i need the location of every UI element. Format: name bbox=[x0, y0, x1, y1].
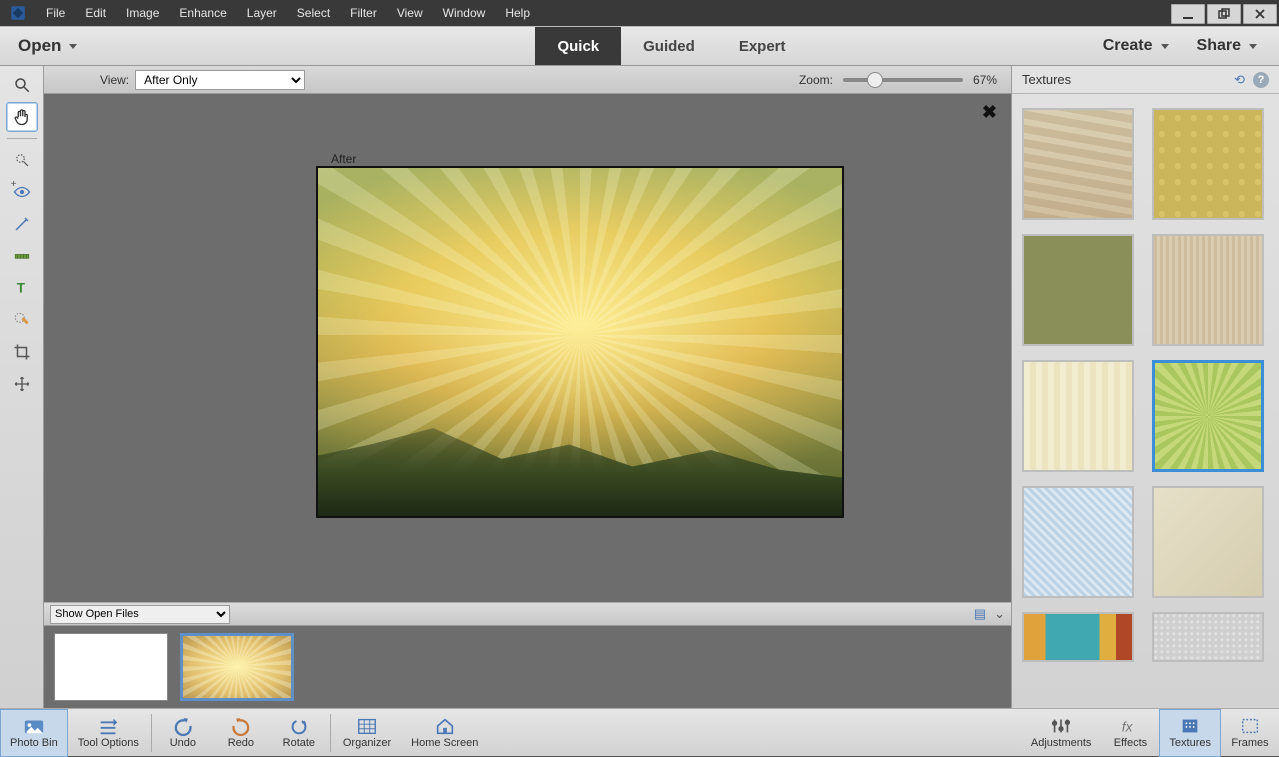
window-close-button[interactable] bbox=[1243, 4, 1277, 24]
hand-tool[interactable] bbox=[6, 102, 38, 132]
texture-5[interactable] bbox=[1022, 360, 1134, 472]
texture-6-sunburst[interactable] bbox=[1152, 360, 1264, 472]
menu-filter[interactable]: Filter bbox=[340, 6, 387, 20]
bin-dropdown[interactable]: Show Open Files bbox=[50, 605, 230, 624]
tab-expert[interactable]: Expert bbox=[717, 27, 808, 65]
modebar: Open Quick Guided Expert Create Share bbox=[0, 26, 1279, 66]
menu-select[interactable]: Select bbox=[287, 6, 340, 20]
texture-7[interactable] bbox=[1022, 486, 1134, 598]
canvas-image[interactable] bbox=[316, 166, 844, 518]
menu-image[interactable]: Image bbox=[116, 6, 169, 20]
whiten-tool[interactable] bbox=[6, 209, 38, 239]
zoom-tool[interactable] bbox=[6, 70, 38, 100]
adjustments-button[interactable]: Adjustments bbox=[1021, 709, 1102, 757]
rotate-button[interactable]: Rotate bbox=[270, 709, 328, 757]
toolbar: + T bbox=[0, 66, 44, 708]
effects-button[interactable]: fx Effects bbox=[1101, 709, 1159, 757]
move-tool[interactable] bbox=[6, 369, 38, 399]
spot-heal-tool[interactable] bbox=[6, 305, 38, 335]
frames-button[interactable]: Frames bbox=[1221, 709, 1279, 757]
chevron-down-icon bbox=[1161, 44, 1169, 49]
menu-enhance[interactable]: Enhance bbox=[169, 6, 236, 20]
svg-text:fx: fx bbox=[1122, 720, 1134, 735]
help-icon[interactable]: ? bbox=[1253, 72, 1269, 88]
undo-button[interactable]: Undo bbox=[154, 709, 212, 757]
texture-8[interactable] bbox=[1152, 486, 1264, 598]
bin-thumb-1[interactable] bbox=[54, 633, 168, 701]
bottom-bar: Photo Bin Tool Options Undo Redo Rotate … bbox=[0, 708, 1279, 756]
bin-thumb-2[interactable] bbox=[180, 633, 294, 701]
right-panel: Textures ⟲ ? bbox=[1011, 66, 1279, 708]
view-label: View: bbox=[100, 73, 129, 87]
chevron-down-icon bbox=[1249, 44, 1257, 49]
redeye-tool[interactable]: + bbox=[6, 177, 38, 207]
photo-bin bbox=[44, 626, 1011, 708]
texture-4[interactable] bbox=[1152, 234, 1264, 346]
chevron-down-icon bbox=[69, 44, 77, 49]
close-document-icon[interactable]: ✖ bbox=[982, 102, 997, 123]
text-tool[interactable]: T bbox=[6, 273, 38, 303]
texture-2[interactable] bbox=[1152, 108, 1264, 220]
viewbar: View: After Only Zoom: 67% bbox=[44, 66, 1011, 94]
bin-list-icon[interactable]: ▤ bbox=[974, 606, 986, 622]
reset-icon[interactable]: ⟲ bbox=[1234, 72, 1245, 88]
textures-button[interactable]: Textures bbox=[1159, 709, 1221, 757]
panel-title: Textures bbox=[1022, 72, 1071, 87]
menu-view[interactable]: View bbox=[387, 6, 433, 20]
view-dropdown[interactable]: After Only bbox=[135, 70, 305, 90]
straighten-tool[interactable] bbox=[6, 241, 38, 271]
homescreen-button[interactable]: Home Screen bbox=[401, 709, 488, 757]
organizer-button[interactable]: Organizer bbox=[333, 709, 401, 757]
window-restore-button[interactable] bbox=[1207, 4, 1241, 24]
create-button[interactable]: Create bbox=[1091, 37, 1181, 55]
canvas-area: ✖ After bbox=[44, 94, 1011, 602]
menu-window[interactable]: Window bbox=[433, 6, 496, 20]
menu-layer[interactable]: Layer bbox=[237, 6, 287, 20]
menu-edit[interactable]: Edit bbox=[75, 6, 116, 20]
app-icon bbox=[0, 0, 36, 26]
texture-1[interactable] bbox=[1022, 108, 1134, 220]
share-button[interactable]: Share bbox=[1185, 37, 1269, 55]
menubar: File Edit Image Enhance Layer Select Fil… bbox=[0, 0, 1279, 26]
zoom-label: Zoom: bbox=[799, 73, 833, 87]
zoom-slider[interactable] bbox=[843, 78, 963, 82]
window-minimize-button[interactable] bbox=[1171, 4, 1205, 24]
quick-select-tool[interactable] bbox=[6, 145, 38, 175]
redo-button[interactable]: Redo bbox=[212, 709, 270, 757]
open-label: Open bbox=[18, 36, 61, 56]
texture-3[interactable] bbox=[1022, 234, 1134, 346]
menu-file[interactable]: File bbox=[36, 6, 75, 20]
photobin-button[interactable]: Photo Bin bbox=[0, 709, 68, 757]
svg-text:T: T bbox=[16, 281, 25, 296]
crop-tool[interactable] bbox=[6, 337, 38, 367]
after-label: After bbox=[331, 152, 356, 166]
bin-bar: Show Open Files ▤ ⌄ bbox=[44, 602, 1011, 626]
tab-quick[interactable]: Quick bbox=[535, 27, 621, 65]
zoom-slider-thumb[interactable] bbox=[867, 72, 883, 88]
zoom-value: 67% bbox=[973, 73, 997, 87]
bin-collapse-icon[interactable]: ⌄ bbox=[994, 606, 1005, 622]
tab-guided[interactable]: Guided bbox=[621, 27, 717, 65]
menu-help[interactable]: Help bbox=[495, 6, 540, 20]
open-button[interactable]: Open bbox=[0, 27, 95, 65]
texture-10[interactable] bbox=[1152, 612, 1264, 662]
tooloptions-button[interactable]: Tool Options bbox=[68, 709, 149, 757]
texture-9[interactable] bbox=[1022, 612, 1134, 662]
